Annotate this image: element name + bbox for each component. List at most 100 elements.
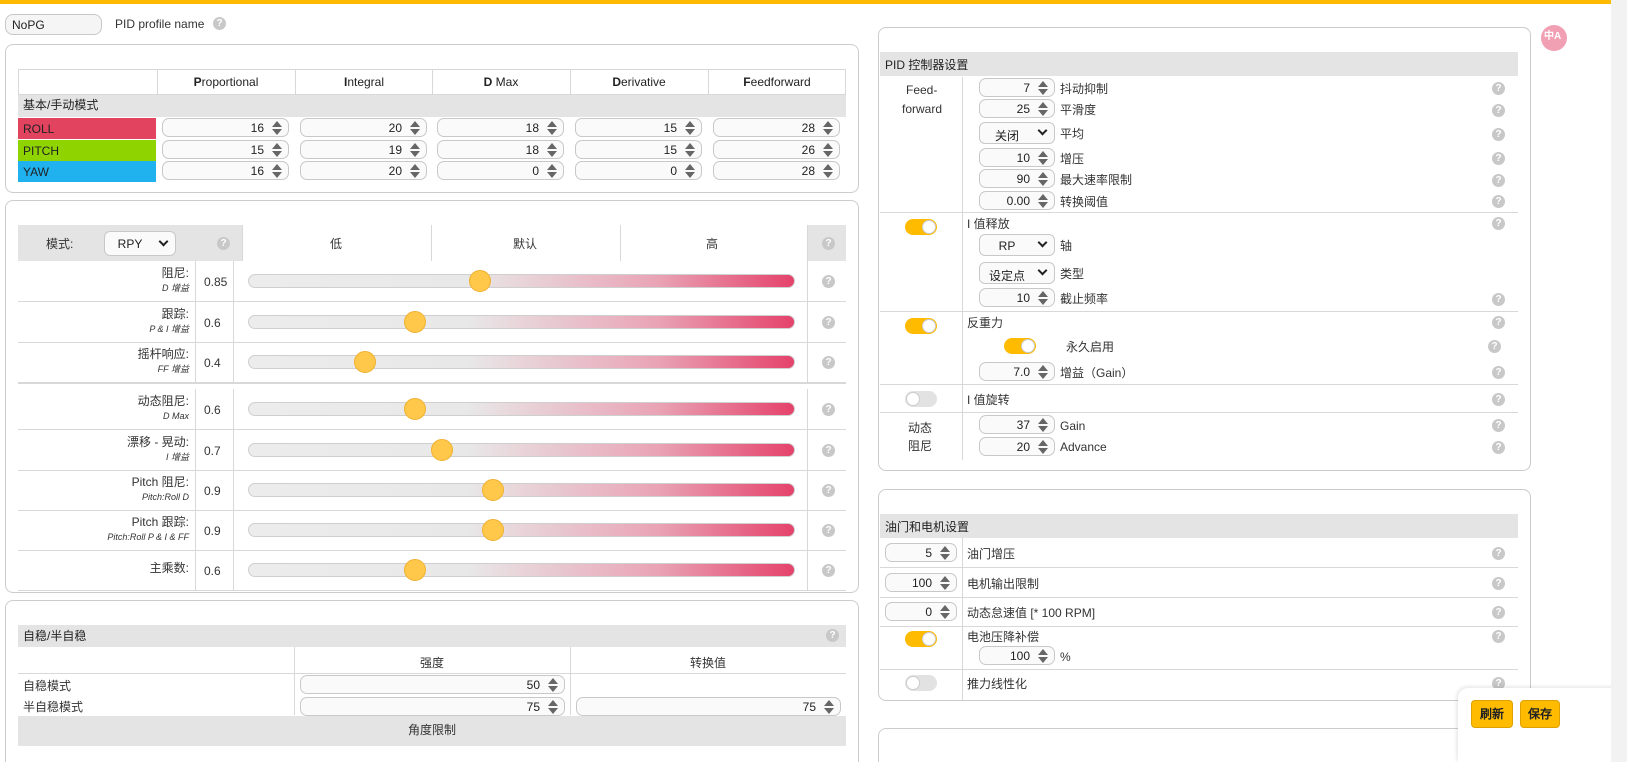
slider-track[interactable] (248, 563, 795, 577)
help-icon[interactable]: ? (1492, 606, 1505, 619)
dyn-advance-input[interactable]: 20 (979, 437, 1055, 456)
slider-thumb[interactable] (482, 479, 504, 501)
help-icon[interactable]: ? (1492, 441, 1505, 454)
spinner-arrows-icon[interactable] (1038, 193, 1048, 209)
spinner-arrows-icon[interactable] (1038, 364, 1048, 380)
help-icon[interactable]: ? (1492, 293, 1505, 306)
pid-value-input[interactable]: 28 (713, 118, 840, 137)
slider-track[interactable] (248, 443, 795, 457)
pid-value-input[interactable]: 15 (575, 118, 702, 137)
iterm-type-select[interactable]: 设定点 (979, 262, 1055, 284)
horizon-transition-input[interactable]: 75 (576, 697, 841, 716)
slider-track[interactable] (248, 402, 795, 416)
refresh-button[interactable]: 刷新 (1471, 700, 1513, 728)
help-icon[interactable]: ? (1492, 128, 1505, 141)
spinner-arrows-icon[interactable] (824, 699, 834, 715)
spinner-arrows-icon[interactable] (410, 163, 420, 179)
spinner-arrows-icon[interactable] (548, 677, 558, 693)
help-icon[interactable]: ? (1492, 630, 1505, 643)
help-icon[interactable]: ? (1492, 82, 1505, 95)
help-icon[interactable]: ? (826, 629, 839, 642)
spinner-arrows-icon[interactable] (1038, 80, 1048, 96)
pid-value-input[interactable]: 28 (713, 161, 840, 180)
thrust-linear-toggle[interactable] (905, 675, 937, 691)
spinner-arrows-icon[interactable] (685, 142, 695, 158)
help-icon[interactable]: ? (822, 316, 835, 329)
spinner-arrows-icon[interactable] (823, 120, 833, 136)
slider-thumb[interactable] (404, 398, 426, 420)
spinner-arrows-icon[interactable] (1038, 101, 1048, 117)
antigravity-permanent-toggle[interactable] (1004, 338, 1036, 354)
slider-thumb[interactable] (404, 559, 426, 581)
help-icon[interactable]: ? (217, 237, 230, 250)
help-icon[interactable]: ? (822, 444, 835, 457)
help-icon[interactable]: ? (1492, 174, 1505, 187)
spinner-arrows-icon[interactable] (823, 142, 833, 158)
motor-limit-input[interactable]: 100 (885, 573, 957, 592)
spinner-arrows-icon[interactable] (272, 142, 282, 158)
slider-track[interactable] (248, 523, 795, 537)
pid-value-input[interactable]: 20 (300, 118, 427, 137)
ff-transition-input[interactable]: 0.00 (979, 191, 1055, 210)
help-icon[interactable]: ? (1492, 152, 1505, 165)
slider-thumb[interactable] (354, 351, 376, 373)
horizon-strength-input[interactable]: 75 (300, 697, 565, 716)
pid-value-input[interactable]: 20 (300, 161, 427, 180)
pid-value-input[interactable]: 18 (437, 140, 564, 159)
spinner-arrows-icon[interactable] (547, 142, 557, 158)
iterm-axes-select[interactable]: RP (979, 234, 1055, 256)
help-icon[interactable]: ? (822, 403, 835, 416)
save-button[interactable]: 保存 (1520, 700, 1560, 728)
pid-value-input[interactable]: 19 (300, 140, 427, 159)
slider-thumb[interactable] (469, 270, 491, 292)
ff-average-select[interactable]: 关闭 (979, 122, 1055, 144)
pid-value-input[interactable]: 16 (162, 161, 289, 180)
spinner-arrows-icon[interactable] (823, 163, 833, 179)
iterm-cutoff-input[interactable]: 10 (979, 288, 1055, 307)
help-icon[interactable]: ? (1492, 217, 1505, 230)
spinner-arrows-icon[interactable] (547, 163, 557, 179)
spinner-arrows-icon[interactable] (272, 120, 282, 136)
pid-value-input[interactable]: 0 (575, 161, 702, 180)
pid-value-input[interactable]: 0 (437, 161, 564, 180)
translate-widget[interactable]: 中A (1541, 25, 1567, 51)
iterm-relax-toggle[interactable] (905, 219, 937, 235)
slider-track[interactable] (248, 483, 795, 497)
antigravity-gain-input[interactable]: 7.0 (979, 362, 1055, 381)
slider-thumb[interactable] (482, 519, 504, 541)
help-icon[interactable]: ? (1492, 316, 1505, 329)
slider-thumb[interactable] (431, 439, 453, 461)
spinner-arrows-icon[interactable] (272, 163, 282, 179)
help-icon[interactable]: ? (1492, 104, 1505, 117)
vbat-sag-toggle[interactable] (905, 631, 937, 647)
pid-value-input[interactable]: 18 (437, 118, 564, 137)
spinner-arrows-icon[interactable] (1038, 439, 1048, 455)
ff-smooth-input[interactable]: 25 (979, 99, 1055, 118)
pid-value-input[interactable]: 15 (575, 140, 702, 159)
profile-name-input[interactable]: NoPG (5, 14, 102, 35)
throttle-boost-input[interactable]: 5 (885, 543, 957, 562)
spinner-arrows-icon[interactable] (1038, 417, 1048, 433)
spinner-arrows-icon[interactable] (1038, 290, 1048, 306)
spinner-arrows-icon[interactable] (547, 120, 557, 136)
pid-value-input[interactable]: 16 (162, 118, 289, 137)
help-icon[interactable]: ? (1492, 195, 1505, 208)
help-icon[interactable]: ? (1488, 340, 1501, 353)
spinner-arrows-icon[interactable] (1038, 171, 1048, 187)
help-icon[interactable]: ? (822, 356, 835, 369)
spinner-arrows-icon[interactable] (685, 163, 695, 179)
iterm-rotation-toggle[interactable] (905, 391, 937, 407)
mode-select[interactable]: RPY (104, 231, 176, 256)
help-icon[interactable]: ? (822, 275, 835, 288)
dyn-gain-input[interactable]: 37 (979, 415, 1055, 434)
spinner-arrows-icon[interactable] (410, 120, 420, 136)
help-icon[interactable]: ? (1492, 366, 1505, 379)
slider-track[interactable] (248, 355, 795, 369)
help-icon[interactable]: ? (1492, 393, 1505, 406)
spinner-arrows-icon[interactable] (1038, 648, 1048, 664)
ff-maxrate-input[interactable]: 90 (979, 169, 1055, 188)
spinner-arrows-icon[interactable] (685, 120, 695, 136)
pid-value-input[interactable]: 15 (162, 140, 289, 159)
angle-strength-input[interactable]: 50 (300, 675, 565, 694)
help-icon[interactable]: ? (213, 17, 226, 30)
